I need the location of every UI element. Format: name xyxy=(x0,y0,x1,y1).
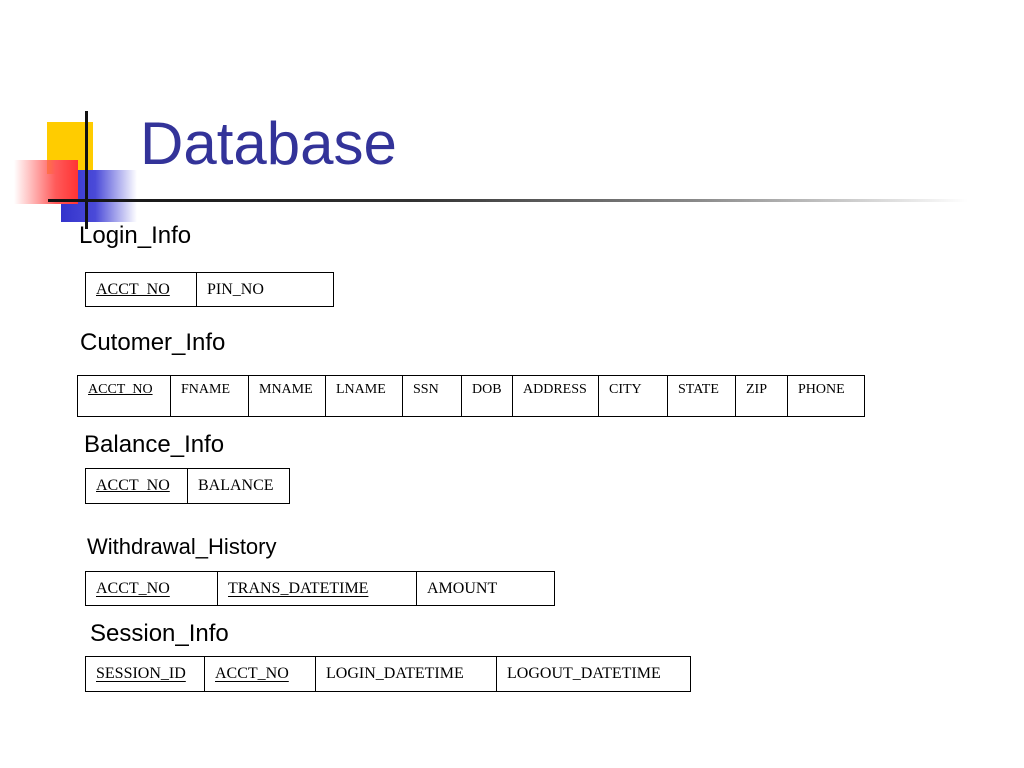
column-cell: LNAME xyxy=(325,375,403,417)
column-cell: PHONE xyxy=(787,375,865,417)
column-cell: ACCT_NO xyxy=(204,656,316,692)
table-row: ACCT_NO TRANS_DATETIME AMOUNT xyxy=(85,571,555,606)
slide: Database Login_Info ACCT_NO PIN_NO Cutom… xyxy=(0,0,1024,768)
column-cell: TRANS_DATETIME xyxy=(217,571,417,606)
column-name: DOB xyxy=(472,382,502,397)
withdrawal-history-table: ACCT_NO TRANS_DATETIME AMOUNT xyxy=(85,571,555,606)
column-name: ACCT_NO xyxy=(96,477,170,494)
column-name: ACCT_NO xyxy=(96,579,170,597)
column-cell: ACCT_NO xyxy=(85,571,218,606)
column-cell: STATE xyxy=(667,375,736,417)
column-name: SESSION_ID xyxy=(96,665,186,682)
column-name: SSN xyxy=(413,382,439,397)
section-label-session-info: Session_Info xyxy=(90,620,229,647)
session-info-table: SESSION_ID ACCT_NO LOGIN_DATETIME LOGOUT… xyxy=(85,656,691,692)
column-cell: SSN xyxy=(402,375,462,417)
column-name: ACCT_NO xyxy=(88,382,153,397)
table-row: ACCT_NO PIN_NO xyxy=(85,272,334,307)
column-cell: LOGOUT_DATETIME xyxy=(496,656,691,692)
column-name: LNAME xyxy=(336,382,386,397)
column-cell: PIN_NO xyxy=(196,272,334,307)
column-name: ACCT_NO xyxy=(96,280,170,298)
table-row: SESSION_ID ACCT_NO LOGIN_DATETIME LOGOUT… xyxy=(85,656,691,692)
customer-info-table: ACCT_NO FNAME MNAME LNAME SSN DOB ADDRES… xyxy=(77,375,865,417)
column-cell: ACCT_NO xyxy=(77,375,171,417)
column-name: AMOUNT xyxy=(427,579,498,597)
section-label-login-info: Login_Info xyxy=(79,222,192,249)
column-cell: ACCT_NO xyxy=(85,468,188,504)
column-name: PIN_NO xyxy=(207,280,264,298)
column-name: LOGIN_DATETIME xyxy=(326,665,464,682)
decorative-vertical-line xyxy=(85,111,88,229)
decorative-red-square xyxy=(14,160,78,204)
column-name: CITY xyxy=(609,382,642,397)
column-cell: DOB xyxy=(461,375,513,417)
column-name: ADDRESS xyxy=(523,382,587,397)
column-name: TRANS_DATETIME xyxy=(228,579,369,597)
table-row: ACCT_NO BALANCE xyxy=(85,468,290,504)
column-cell: CITY xyxy=(598,375,668,417)
column-cell: ZIP xyxy=(735,375,788,417)
column-name: PHONE xyxy=(798,382,845,397)
section-label-balance-info: Balance_Info xyxy=(84,431,225,458)
column-cell: ADDRESS xyxy=(512,375,599,417)
column-cell: LOGIN_DATETIME xyxy=(315,656,497,692)
column-cell: MNAME xyxy=(248,375,326,417)
column-name: BALANCE xyxy=(198,477,274,494)
column-name: STATE xyxy=(678,382,719,397)
column-cell: SESSION_ID xyxy=(85,656,205,692)
column-cell: FNAME xyxy=(170,375,249,417)
table-row: ACCT_NO FNAME MNAME LNAME SSN DOB ADDRES… xyxy=(77,375,865,417)
section-label-customer-info: Cutomer_Info xyxy=(80,329,226,356)
login-info-table: ACCT_NO PIN_NO xyxy=(85,272,334,307)
column-cell: BALANCE xyxy=(187,468,290,504)
section-label-withdrawal-history: Withdrawal_History xyxy=(87,534,277,559)
column-name: MNAME xyxy=(259,382,313,397)
column-name: FNAME xyxy=(181,382,231,397)
column-name: LOGOUT_DATETIME xyxy=(507,665,661,682)
column-name: ACCT_NO xyxy=(215,665,289,682)
slide-title: Database xyxy=(140,110,397,177)
balance-info-table: ACCT_NO BALANCE xyxy=(85,468,290,504)
column-name: ZIP xyxy=(746,382,767,397)
column-cell: AMOUNT xyxy=(416,571,555,606)
title-underline-rule xyxy=(48,199,968,202)
column-cell: ACCT_NO xyxy=(85,272,197,307)
